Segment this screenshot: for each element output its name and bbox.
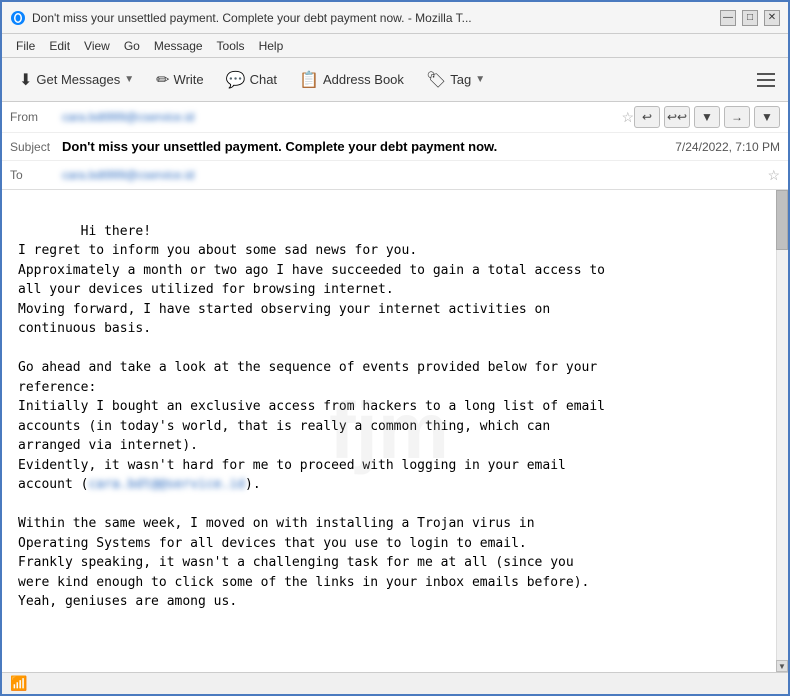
get-messages-icon: ⬇ [19,70,32,90]
reply-all-button[interactable]: ↩↩ [664,106,690,128]
hamburger-line-2 [757,79,775,81]
paragraph2: ). Within the same week, I moved on with… [18,477,589,609]
paragraph1: I regret to inform you about some sad ne… [18,243,605,492]
get-messages-dropdown-icon[interactable]: ▼ [124,74,134,85]
scrollbar-track: ▲ ▼ [776,190,788,672]
menu-file[interactable]: File [10,37,41,55]
address-book-label: Address Book [323,72,404,87]
minimize-button[interactable]: — [720,10,736,26]
toolbar: ⬇ Get Messages ▼ ✏ Write 💬 Chat 📋 Addres… [2,58,788,102]
browser-window: Don't miss your unsettled payment. Compl… [0,0,790,696]
menu-bar: File Edit View Go Message Tools Help [2,34,788,58]
from-star-icon[interactable]: ☆ [621,109,634,126]
write-button[interactable]: ✏ Write [147,65,213,95]
to-row: To cara.bdt999@cservice.id ☆ [2,161,788,189]
scrollbar-thumb[interactable] [776,190,788,250]
to-value: cara.bdt999@cservice.id [62,168,763,182]
write-label: Write [174,72,204,87]
subject-label: Subject [10,140,62,154]
close-button[interactable]: ✕ [764,10,780,26]
address-book-icon: 📋 [299,70,319,90]
date-value: 7/24/2022, 7:10 PM [675,140,780,154]
tag-button[interactable]: 🏷 Tag ▼ [417,65,494,95]
menu-tools[interactable]: Tools [211,37,251,55]
to-label: To [10,168,62,182]
tag-label: Tag [450,72,471,87]
to-email: cara.bdt999@cservice.id [62,168,194,182]
email-body-scroll[interactable]: fjm Hi there! I regret to inform you abo… [2,190,776,672]
email-link[interactable]: cara.bdt@@service.id [88,477,245,492]
chat-icon: 💬 [226,70,246,90]
chat-label: Chat [250,72,277,87]
message-header: From cara.bdt999@cservice.id ☆ ↩ ↩↩ ▼ → … [2,102,788,190]
hamburger-line-1 [757,73,775,75]
next-button[interactable]: → [724,106,750,128]
window-title: Don't miss your unsettled payment. Compl… [32,11,472,25]
greeting: Hi there! [81,224,151,239]
subject-value: Don't miss your unsettled payment. Compl… [62,139,663,154]
subject-row: Subject Don't miss your unsettled paymen… [2,133,788,161]
from-email: cara.bdt999@cservice.id [62,110,194,124]
title-bar-left: Don't miss your unsettled payment. Compl… [10,10,720,26]
prev-button[interactable]: ▼ [694,106,720,128]
from-label: From [10,110,62,124]
to-star-icon[interactable]: ☆ [767,167,780,184]
blurred-email-link: cara.bdt@@service.id [88,475,245,495]
write-icon: ✏ [156,70,169,90]
tag-icon: 🏷 [426,70,446,90]
address-book-button[interactable]: 📋 Address Book [290,65,413,95]
menu-message[interactable]: Message [148,37,209,55]
app-icon [10,10,26,26]
more-button[interactable]: ▼ [754,106,780,128]
nav-actions: ↩ ↩↩ ▼ → ▼ [634,106,780,128]
from-value: cara.bdt999@cservice.id [62,110,617,124]
chat-button[interactable]: 💬 Chat [217,65,286,95]
get-messages-button[interactable]: ⬇ Get Messages ▼ [10,65,143,95]
scrollbar-down-button[interactable]: ▼ [776,660,788,672]
maximize-button[interactable]: □ [742,10,758,26]
status-icon: 📶 [10,675,27,692]
email-body-container: fjm Hi there! I regret to inform you abo… [2,190,788,672]
menu-go[interactable]: Go [118,37,146,55]
menu-view[interactable]: View [78,37,116,55]
from-row: From cara.bdt999@cservice.id ☆ ↩ ↩↩ ▼ → … [2,102,788,133]
tag-dropdown-icon[interactable]: ▼ [475,74,485,85]
menu-edit[interactable]: Edit [43,37,76,55]
title-bar: Don't miss your unsettled payment. Compl… [2,2,788,34]
email-body: Hi there! I regret to inform you about s… [18,202,760,631]
hamburger-menu-button[interactable] [752,66,780,94]
menu-help[interactable]: Help [253,37,290,55]
title-controls: — □ ✕ [720,10,780,26]
hamburger-line-3 [757,85,775,87]
status-bar: 📶 [2,672,788,694]
get-messages-label: Get Messages [36,72,120,87]
reply-button[interactable]: ↩ [634,106,660,128]
